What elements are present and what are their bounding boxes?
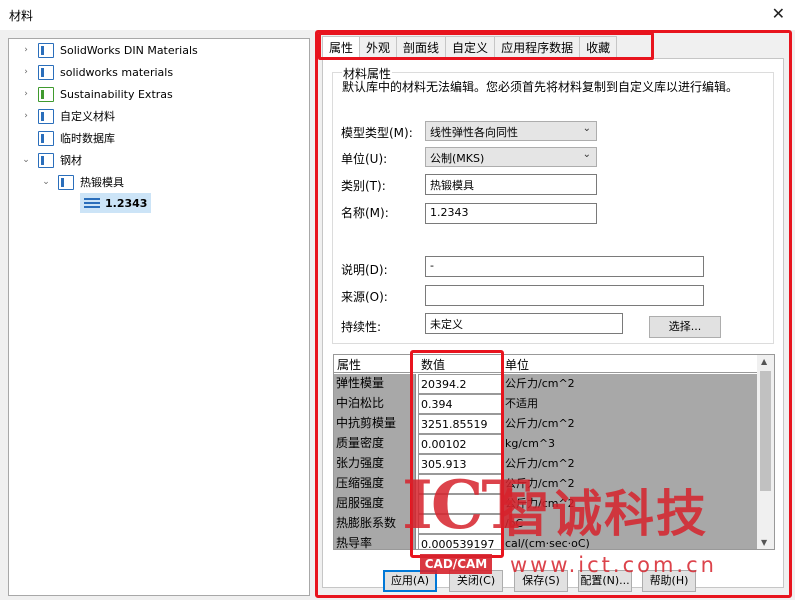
tree-item-material-1-2343[interactable]: 1.2343 <box>80 193 152 213</box>
tree-item-label: 1.2343 <box>105 196 148 210</box>
tree-item-label: Sustainability Extras <box>60 87 173 101</box>
tree-item-steel[interactable]: ⌄ 钢材 <box>20 150 82 170</box>
expand-arrow-icon[interactable]: › <box>20 111 32 121</box>
tree-item-din[interactable]: › SolidWorks DIN Materials <box>20 40 198 60</box>
window-title: 材料 <box>9 9 34 23</box>
tree-item-temp[interactable]: 临时数据库 <box>20 128 115 148</box>
tree-item-label: 自定义材料 <box>60 110 115 123</box>
collapse-arrow-icon[interactable]: ⌄ <box>40 177 52 187</box>
tree-item-hot-forging[interactable]: ⌄ 热锻模具 <box>40 172 124 192</box>
expand-arrow-icon[interactable]: › <box>20 67 32 77</box>
tree-item-custom[interactable]: › 自定义材料 <box>20 106 115 126</box>
tree-item-label: solidworks materials <box>60 65 174 79</box>
library-icon <box>38 130 54 146</box>
library-icon <box>38 42 54 58</box>
library-icon <box>38 64 54 80</box>
material-icon <box>84 198 100 208</box>
tree-item-sustainability[interactable]: › Sustainability Extras <box>20 84 173 104</box>
tree-item-label: 临时数据库 <box>60 132 115 145</box>
folder-icon <box>58 174 74 190</box>
green-library-icon <box>38 86 54 102</box>
title-bar: 材料 ✕ <box>0 0 795 30</box>
tree-item-label: SolidWorks DIN Materials <box>60 43 198 57</box>
close-icon[interactable]: ✕ <box>772 4 785 23</box>
expand-arrow-icon[interactable]: › <box>20 45 32 55</box>
library-icon <box>38 152 54 168</box>
tree-item-sw-materials[interactable]: › solidworks materials <box>20 62 173 82</box>
highlight-box-panel <box>315 30 792 598</box>
highlight-box-value-column <box>410 350 504 558</box>
tree-item-label: 热锻模具 <box>80 176 124 189</box>
expand-arrow-icon[interactable]: › <box>20 89 32 99</box>
collapse-arrow-icon[interactable]: ⌄ <box>20 155 32 165</box>
library-icon <box>38 108 54 124</box>
highlight-box-tabs <box>318 32 654 60</box>
tree-item-label: 钢材 <box>60 154 82 167</box>
